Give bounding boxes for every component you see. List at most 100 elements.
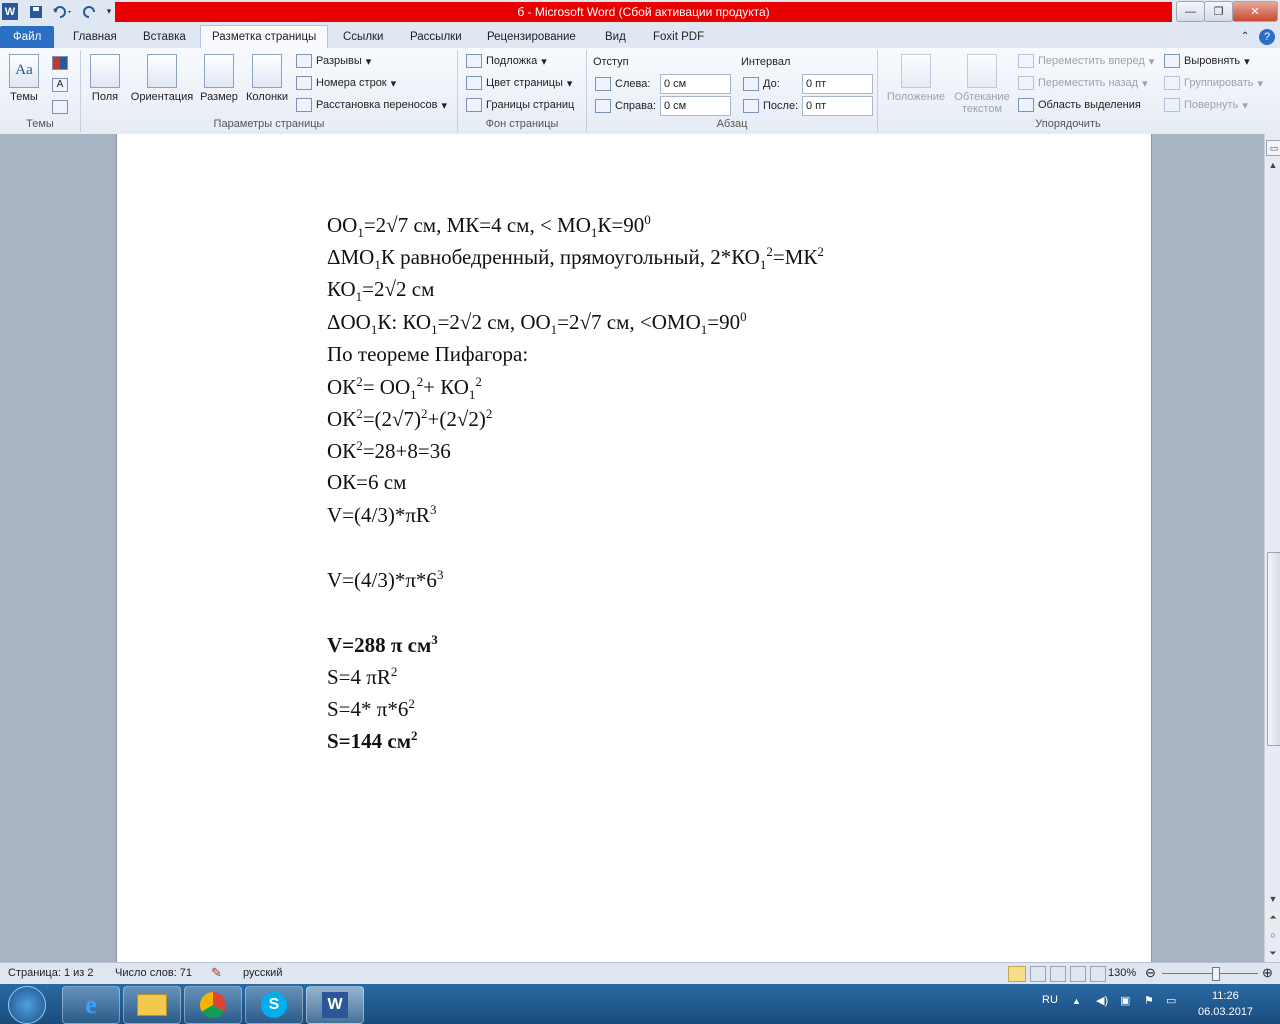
- theme-fonts-icon: A: [52, 78, 68, 92]
- margins-button[interactable]: Поля: [87, 54, 123, 103]
- columns-icon: [252, 54, 282, 88]
- spacing-before-label: До:: [743, 77, 780, 91]
- send-backward-button[interactable]: Переместить назад ▾: [1018, 76, 1148, 90]
- indent-right-input[interactable]: 0 см: [660, 96, 731, 116]
- undo-icon[interactable]: [50, 3, 76, 20]
- chrome-icon[interactable]: [184, 986, 242, 1024]
- document-text: 1: [410, 387, 417, 403]
- watermark-button[interactable]: Подложка ▾: [466, 54, 547, 68]
- line-numbers-button[interactable]: Номера строк ▾: [296, 76, 396, 90]
- skype-icon[interactable]: S: [245, 986, 303, 1024]
- breaks-button[interactable]: Разрывы ▾: [296, 54, 371, 68]
- bring-forward-button[interactable]: Переместить вперед ▾: [1018, 54, 1154, 68]
- print-layout-icon[interactable]: [1008, 966, 1026, 982]
- show-hidden-icons-icon[interactable]: ▲: [1072, 996, 1081, 1006]
- watermark-icon: [466, 54, 482, 68]
- tab-file[interactable]: Файл: [0, 26, 55, 48]
- previous-page-icon[interactable]: ⏶: [1266, 910, 1280, 924]
- scroll-down-icon[interactable]: ▼: [1266, 892, 1280, 906]
- document-text: 2: [408, 696, 415, 711]
- save-icon[interactable]: [28, 3, 44, 20]
- clock-date[interactable]: 06.03.2017: [1198, 1006, 1253, 1018]
- vertical-scrollbar[interactable]: ▭ ▲ ▼ ⏶ ○ ⏷: [1264, 134, 1280, 962]
- proofing-icon[interactable]: ✎: [211, 965, 222, 981]
- hyphenation-button[interactable]: Расстановка переносов ▾: [296, 98, 447, 112]
- theme-fonts-button[interactable]: A: [52, 78, 68, 92]
- help-icon[interactable]: ?: [1259, 29, 1275, 45]
- action-center-icon[interactable]: ⚑: [1144, 994, 1154, 1007]
- language-label[interactable]: русский: [243, 967, 282, 979]
- group-label-page-background: Фон страницы: [485, 118, 559, 130]
- tab-insert[interactable]: Вставка: [143, 27, 186, 47]
- network-icon[interactable]: ▣: [1120, 994, 1130, 1007]
- tab-view[interactable]: Вид: [605, 27, 626, 47]
- page-color-button[interactable]: Цвет страницы ▾: [466, 76, 572, 90]
- indent-left-icon: [595, 77, 611, 91]
- tab-page-layout[interactable]: Разметка страницы: [200, 25, 329, 49]
- power-icon[interactable]: ▭: [1166, 994, 1176, 1007]
- collapse-ribbon-icon[interactable]: ⌃: [1241, 27, 1249, 47]
- qat-customize-icon[interactable]: ▾: [104, 3, 114, 20]
- word-app-icon[interactable]: W: [2, 3, 18, 20]
- ruler-toggle-icon[interactable]: ▭: [1266, 140, 1280, 156]
- scroll-up-icon[interactable]: ▲: [1266, 158, 1280, 172]
- zoom-in-icon[interactable]: ⊕: [1262, 965, 1273, 981]
- next-page-icon[interactable]: ⏷: [1266, 946, 1280, 960]
- position-button[interactable]: Положение: [884, 54, 948, 103]
- tab-home[interactable]: Главная: [73, 27, 117, 47]
- clock-time[interactable]: 11:26: [1212, 990, 1239, 1002]
- tab-references[interactable]: Ссылки: [343, 27, 384, 47]
- spacing-before-input[interactable]: 0 пт: [802, 74, 873, 94]
- ie-icon[interactable]: e: [62, 986, 120, 1024]
- document-text: + КО: [423, 375, 469, 399]
- theme-effects-button[interactable]: [52, 100, 68, 114]
- draft-icon[interactable]: [1090, 966, 1106, 982]
- page-count[interactable]: Страница: 1 из 2: [8, 967, 94, 979]
- indent-left-label: Слева:: [595, 77, 650, 91]
- zoom-slider[interactable]: [1162, 973, 1258, 974]
- spacing-after-input[interactable]: 0 пт: [802, 96, 873, 116]
- document-text: =2√2 см, ОО: [437, 310, 551, 334]
- align-button[interactable]: Выровнять ▾: [1164, 54, 1250, 68]
- zoom-level[interactable]: 130%: [1108, 967, 1136, 979]
- indent-left-input[interactable]: 0 см: [660, 74, 731, 94]
- browse-object-icon[interactable]: ○: [1266, 928, 1280, 942]
- themes-icon: Aa: [9, 54, 39, 88]
- selection-pane-button[interactable]: Область выделения: [1018, 98, 1141, 112]
- language-indicator[interactable]: RU: [1042, 994, 1058, 1006]
- word-icon[interactable]: W: [306, 986, 364, 1024]
- tab-review[interactable]: Рецензирование: [487, 27, 576, 47]
- explorer-icon[interactable]: [123, 986, 181, 1024]
- theme-colors-button[interactable]: [52, 56, 68, 70]
- document-line: S=4* π*62: [327, 696, 415, 722]
- word-count[interactable]: Число слов: 71: [115, 967, 192, 979]
- document-line: V=288 π см3: [327, 632, 438, 658]
- scroll-thumb[interactable]: [1267, 552, 1280, 746]
- outline-icon[interactable]: [1070, 966, 1086, 982]
- page-borders-button[interactable]: Границы страниц: [466, 98, 574, 112]
- orientation-button[interactable]: Ориентация: [127, 54, 197, 103]
- minimize-button[interactable]: —: [1176, 1, 1205, 22]
- start-orb-icon[interactable]: [8, 986, 46, 1024]
- zoom-out-icon[interactable]: ⊖: [1145, 965, 1156, 981]
- tab-foxit-pdf[interactable]: Foxit PDF: [653, 27, 704, 47]
- volume-icon[interactable]: ◀): [1096, 994, 1108, 1007]
- document-page[interactable]: OO1=2√7 см, МК=4 см, < МО1К=900 ΔМО1К рав…: [116, 134, 1152, 962]
- web-layout-icon[interactable]: [1050, 966, 1066, 982]
- close-button[interactable]: ✕: [1232, 1, 1278, 22]
- wrap-text-button[interactable]: Обтекание текстом: [950, 54, 1014, 115]
- document-text: V=288 π см: [327, 633, 432, 657]
- indent-right-icon: [595, 99, 611, 113]
- columns-button[interactable]: Колонки: [242, 54, 292, 103]
- rotate-button[interactable]: Повернуть ▾: [1164, 98, 1248, 112]
- size-button[interactable]: Размер: [199, 54, 239, 103]
- redo-icon[interactable]: [82, 3, 98, 20]
- tab-mailings[interactable]: Рассылки: [410, 27, 462, 47]
- window-title: б - Microsoft Word (Сбой активации проду…: [517, 5, 770, 19]
- restore-button[interactable]: ❐: [1204, 1, 1233, 22]
- full-screen-reading-icon[interactable]: [1030, 966, 1046, 982]
- zoom-slider-handle[interactable]: [1212, 967, 1220, 981]
- themes-button[interactable]: Aa Темы: [6, 54, 42, 103]
- group-button[interactable]: Группировать ▾: [1164, 76, 1263, 90]
- group-icon: [1164, 76, 1180, 90]
